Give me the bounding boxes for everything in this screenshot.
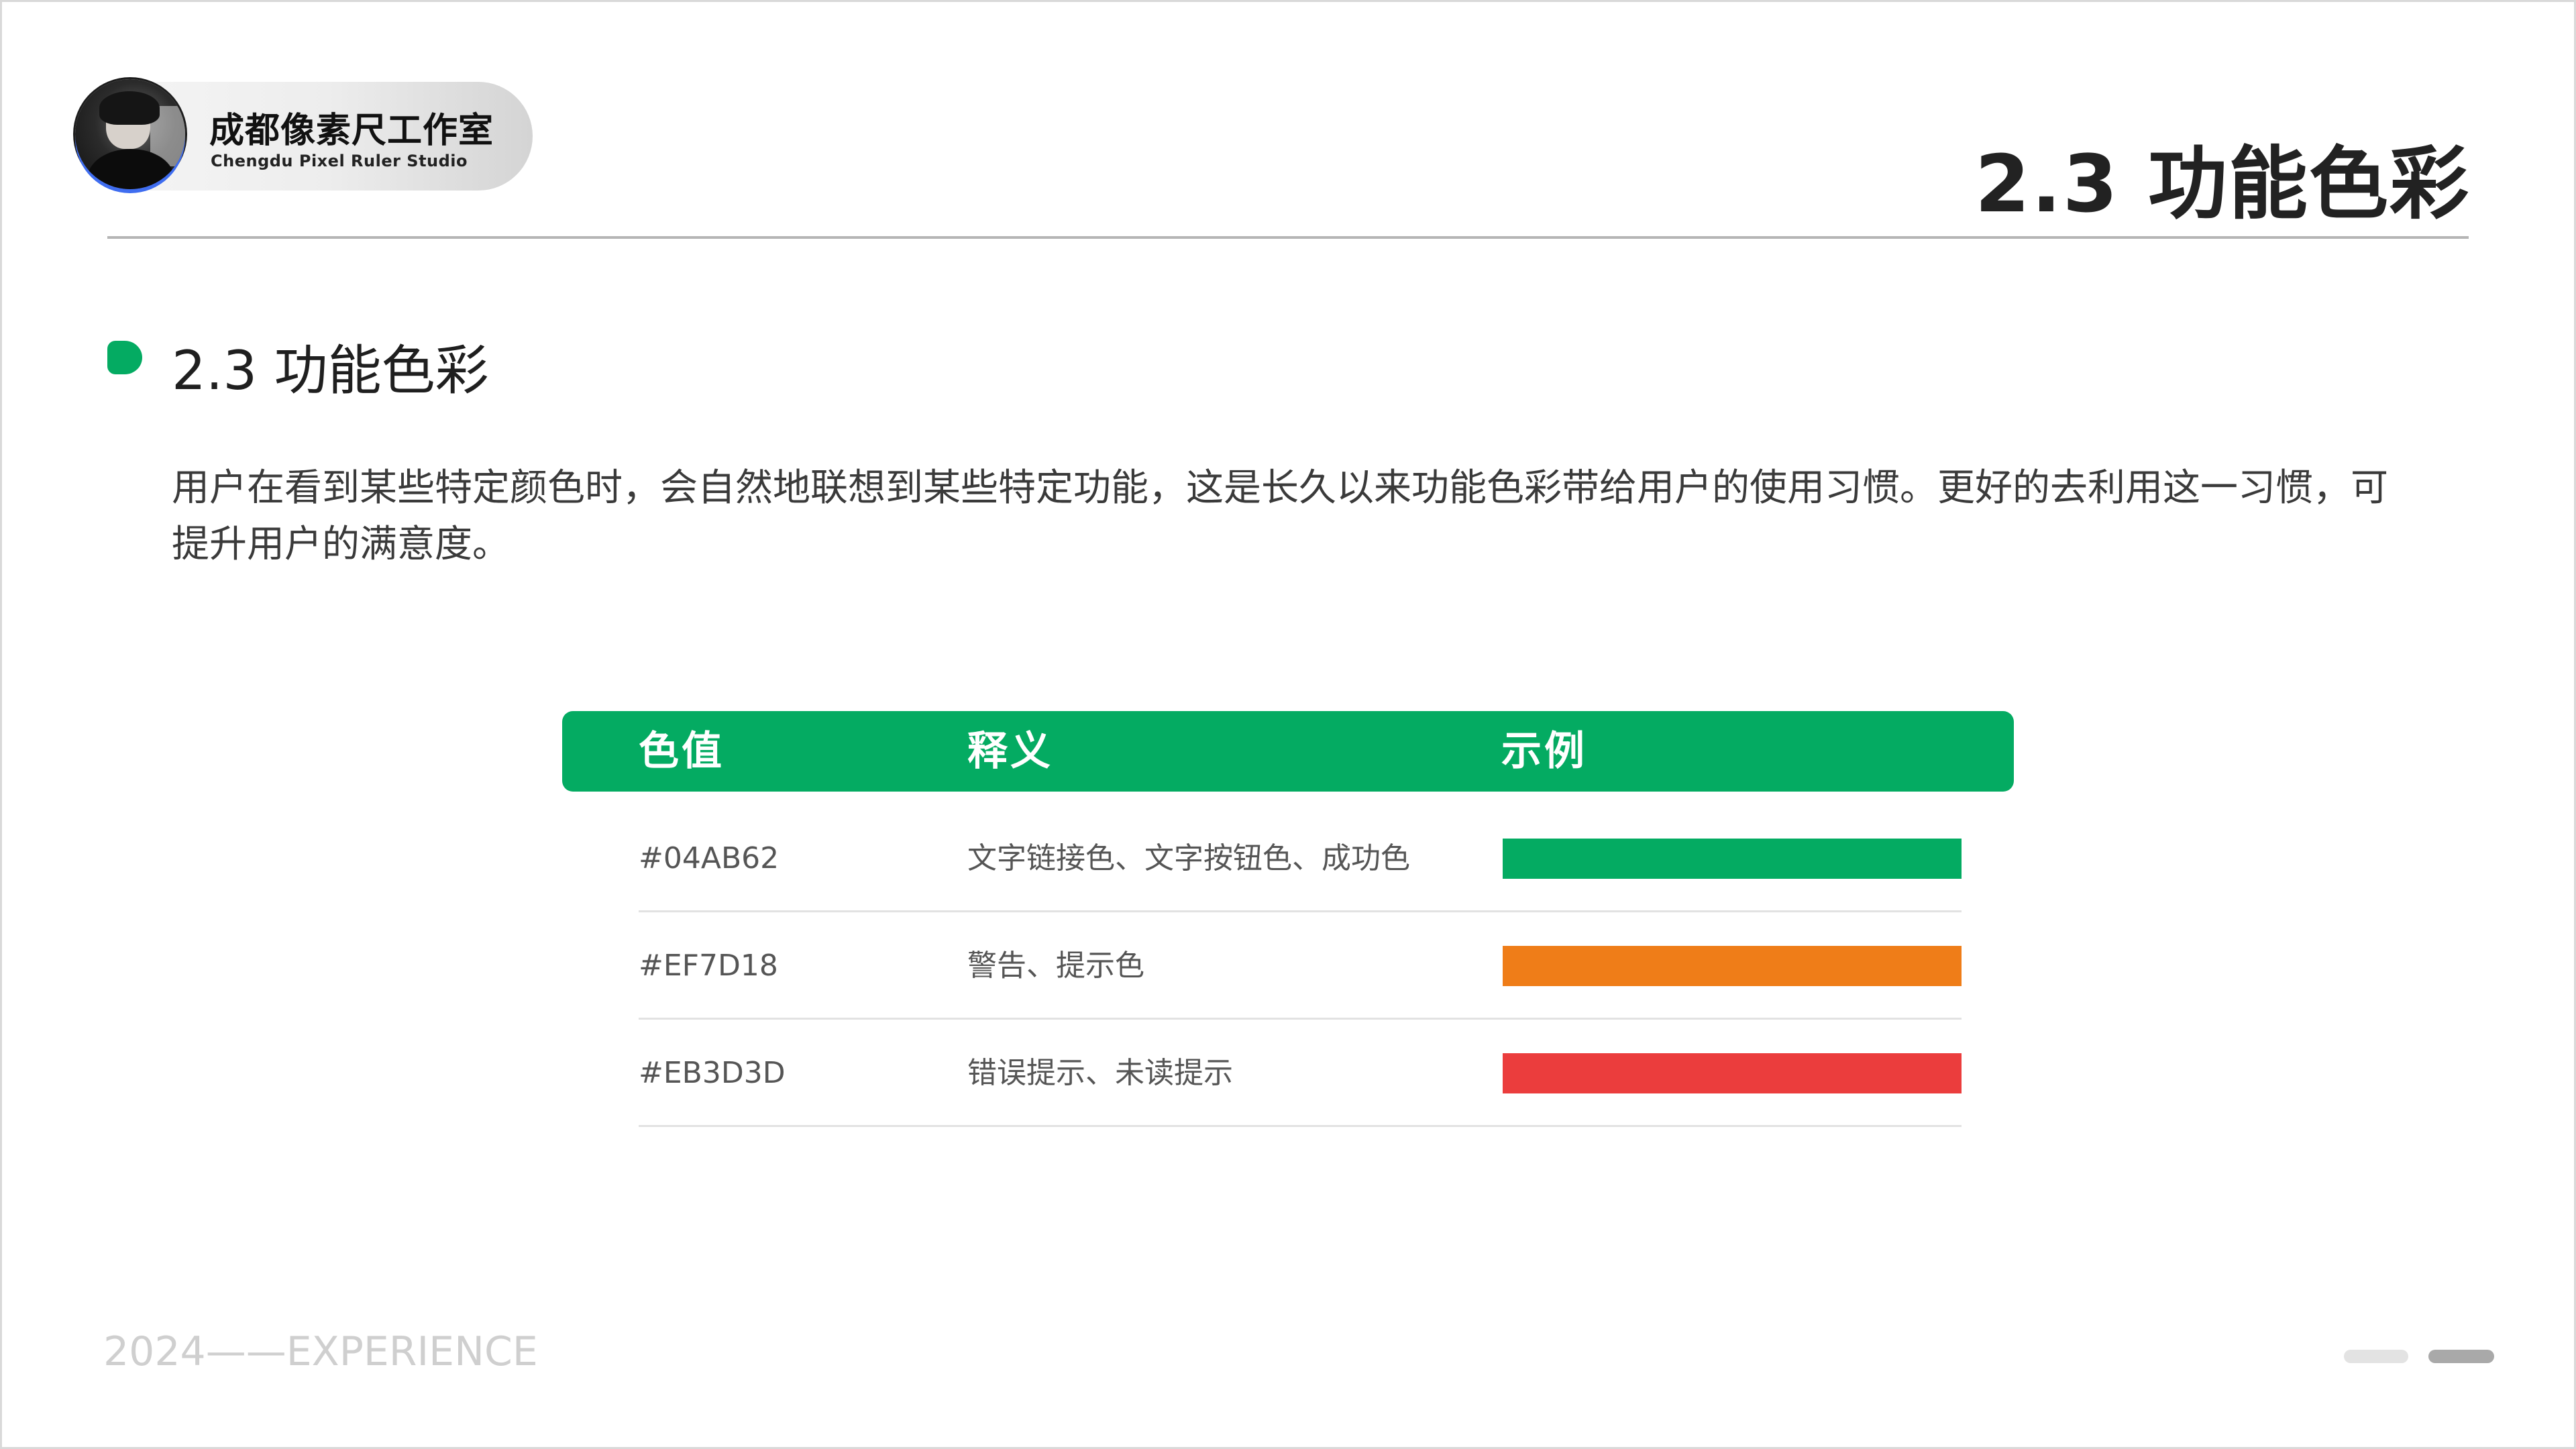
pager-indicator-1[interactable] — [2344, 1350, 2408, 1363]
page-header-title: 2.3 功能色彩 — [1974, 138, 2470, 230]
table-header: 色值 释义 示例 — [562, 711, 2014, 792]
section-bullet-icon — [107, 341, 142, 374]
section-title: 2.3 功能色彩 — [172, 339, 489, 402]
color-meaning-cell: 错误提示、未读提示 — [967, 1056, 1233, 1090]
table-row: #EB3D3D 错误提示、未读提示 — [639, 1020, 1962, 1127]
color-hex-cell: #EF7D18 — [639, 949, 778, 983]
color-swatch — [1503, 839, 1962, 879]
table-header-color-value: 色值 — [639, 728, 724, 775]
color-swatch — [1503, 946, 1962, 986]
avatar-hair — [99, 91, 160, 125]
intro-paragraph: 用户在看到某些特定颜色时，会自然地联想到某些特定功能，这是长久以来功能色彩带给用… — [172, 466, 2388, 566]
table-header-example: 示例 — [1501, 728, 1587, 775]
color-meaning-cell: 文字链接色、文字按钮色、成功色 — [967, 841, 1410, 875]
avatar — [75, 79, 185, 189]
table-row: #04AB62 文字链接色、文字按钮色、成功色 — [639, 805, 1962, 912]
brand-title: 成都像素尺工作室 — [209, 111, 494, 151]
table-header-meaning: 释义 — [967, 728, 1053, 775]
slide-page: 成都像素尺工作室 Chengdu Pixel Ruler Studio 2.3 … — [0, 0, 2576, 1449]
color-hex-cell: #04AB62 — [639, 841, 780, 875]
brand-subtitle: Chengdu Pixel Ruler Studio — [211, 152, 468, 170]
color-meaning-cell: 警告、提示色 — [967, 949, 1144, 983]
color-hex-cell: #EB3D3D — [639, 1056, 786, 1090]
footer-label: 2024——EXPERIENCE — [103, 1328, 538, 1375]
table-row: #EF7D18 警告、提示色 — [639, 912, 1962, 1020]
header-divider — [107, 236, 2469, 239]
pager-indicator-2[interactable] — [2428, 1350, 2494, 1363]
color-swatch — [1503, 1053, 1962, 1093]
